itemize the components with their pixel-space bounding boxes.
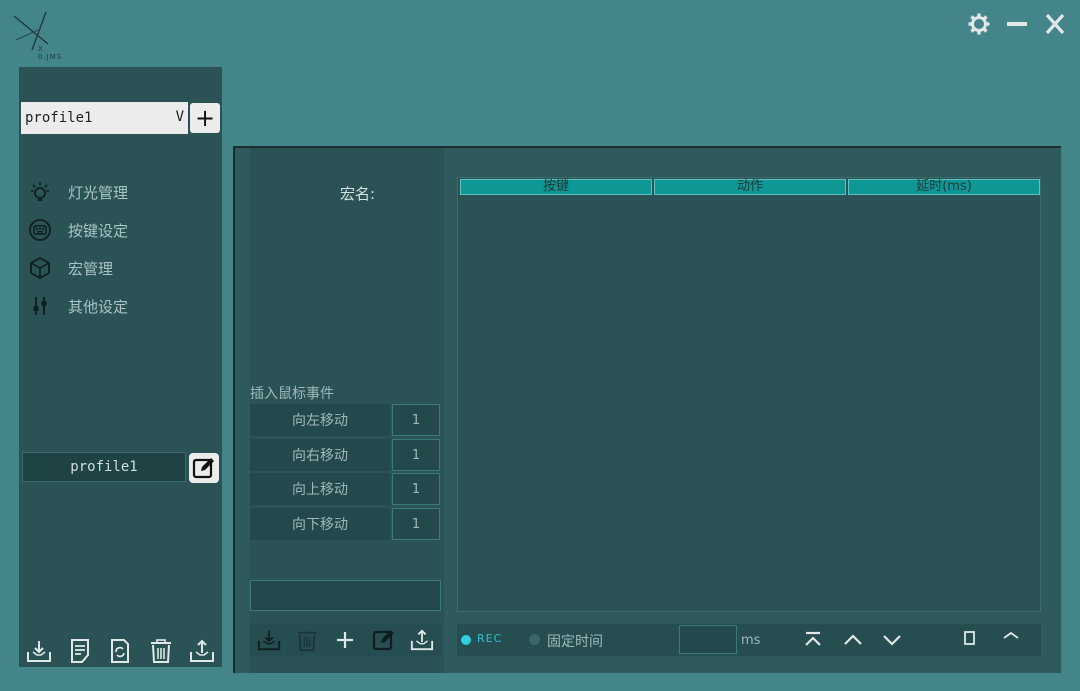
gear-icon: [968, 13, 990, 35]
plus-icon: [337, 632, 354, 648]
document-button[interactable]: [65, 636, 95, 666]
profile-select-value: profile1: [25, 110, 93, 126]
move-left-button[interactable]: 向左移动: [250, 404, 390, 436]
mouse-event-row: 向右移动 1: [250, 439, 441, 471]
insert-mouse-event-label: 插入鼠标事件: [250, 386, 334, 402]
import-icon: [27, 641, 52, 662]
sidebar-item-macro[interactable]: 宏管理: [27, 253, 207, 283]
move-down-button[interactable]: 向下移动: [250, 508, 390, 540]
move-down-value[interactable]: 1: [392, 508, 440, 540]
cube-icon: [27, 255, 53, 281]
macro-name-label: 宏名:: [340, 185, 376, 203]
move-up-value[interactable]: 1: [392, 473, 440, 505]
sidebar-item-label: 按键设定: [68, 221, 129, 240]
export-icon: [189, 639, 214, 662]
move-right-button[interactable]: 向右移动: [250, 439, 390, 471]
macro-toolbar: [250, 624, 441, 656]
chevron-down-icon: V: [175, 109, 184, 125]
trash-icon: [298, 631, 317, 652]
close-button[interactable]: [1040, 9, 1070, 39]
chevron-up-icon: [844, 634, 862, 645]
sidebar-item-label: 灯光管理: [68, 183, 129, 202]
import-icon: [258, 630, 281, 651]
macro-event-table[interactable]: 按键 动作 延时(ms): [457, 177, 1041, 612]
column-header-action[interactable]: 动作: [654, 179, 846, 195]
add-profile-button[interactable]: +: [190, 103, 220, 133]
table-header: 按键 动作 延时(ms): [460, 179, 1040, 195]
move-up-button[interactable]: 向上移动: [250, 473, 390, 505]
move-left-value[interactable]: 1: [392, 404, 440, 436]
fixed-time-input[interactable]: [679, 625, 737, 654]
bulb-icon: [27, 179, 53, 205]
mouse-event-row: 向上移动 1: [250, 473, 441, 505]
keyboard-icon: [27, 217, 53, 243]
app-logo: X 0.JMS: [10, 10, 70, 61]
sliders-icon: [27, 293, 53, 319]
mouse-event-row: 向下移动 1: [250, 508, 441, 540]
export-icon: [410, 629, 433, 651]
chevron-down-icon: [883, 635, 901, 646]
fixed-time-radio[interactable]: [529, 634, 540, 645]
macro-record-bar: REC 固定时间 ms: [457, 624, 1041, 656]
column-header-delay[interactable]: 延时(ms): [848, 179, 1040, 195]
refresh-icon: [111, 639, 130, 663]
settings-button[interactable]: [964, 9, 994, 39]
add-macro-button[interactable]: [331, 626, 359, 654]
move-to-top-button[interactable]: [801, 628, 825, 652]
move-down-row-button[interactable]: [880, 628, 904, 652]
sidebar-toolbar: [19, 635, 222, 667]
column-header-key[interactable]: 按键: [460, 179, 652, 195]
mouse-event-row: 向左移动 1: [250, 404, 441, 436]
copy-icon: [964, 631, 975, 645]
export-button[interactable]: [187, 636, 217, 666]
edit-icon: [192, 458, 214, 479]
rec-label: REC: [477, 632, 503, 645]
edit-macro-button[interactable]: [370, 626, 398, 654]
import-macro-button[interactable]: [255, 626, 283, 654]
logo-text: X 0.JMS: [38, 45, 63, 61]
profile-select[interactable]: profile1 V: [21, 102, 188, 134]
edit-icon: [372, 630, 394, 651]
delete-macro-button[interactable]: [293, 626, 321, 654]
edit-profile-name-button[interactable]: [189, 453, 219, 483]
sidebar-item-label: 宏管理: [68, 259, 114, 278]
trash-icon: [151, 639, 172, 663]
delete-button[interactable]: [146, 636, 176, 666]
move-to-bottom-button[interactable]: [999, 628, 1023, 652]
sidebar-item-lighting[interactable]: 灯光管理: [27, 177, 207, 207]
macro-panel: 宏名: 插入鼠标事件 向左移动 1 向右移动 1 向上移动 1 向下移动 1 按…: [233, 146, 1061, 673]
macro-name-input[interactable]: [250, 580, 441, 611]
fixed-time-label: 固定时间: [547, 634, 603, 650]
sidebar-item-keys[interactable]: 按键设定: [27, 215, 207, 245]
sidebar: profile1 V + 灯光管理 按键设定 宏管理 其他设定 profile1: [19, 67, 222, 667]
refresh-button[interactable]: [105, 636, 135, 666]
export-macro-button[interactable]: [408, 626, 436, 654]
minimize-button[interactable]: [1002, 9, 1032, 39]
copy-row-button[interactable]: [957, 628, 981, 652]
move-right-value[interactable]: 1: [392, 439, 440, 471]
profile-name-field[interactable]: profile1: [22, 452, 186, 482]
sidebar-item-other[interactable]: 其他设定: [27, 291, 207, 321]
move-up-row-button[interactable]: [841, 628, 865, 652]
move-top-icon: [805, 631, 821, 646]
import-button[interactable]: [24, 636, 54, 666]
expand-icon: [1003, 631, 1019, 639]
minus-icon: [1007, 22, 1027, 26]
sidebar-item-label: 其他设定: [68, 297, 129, 316]
rec-radio[interactable]: [461, 635, 471, 645]
macro-left-column: 宏名: 插入鼠标事件 向左移动 1 向右移动 1 向上移动 1 向下移动 1: [250, 148, 444, 673]
ms-unit-label: ms: [741, 633, 761, 648]
close-icon: [1045, 13, 1065, 35]
document-icon: [70, 639, 89, 663]
